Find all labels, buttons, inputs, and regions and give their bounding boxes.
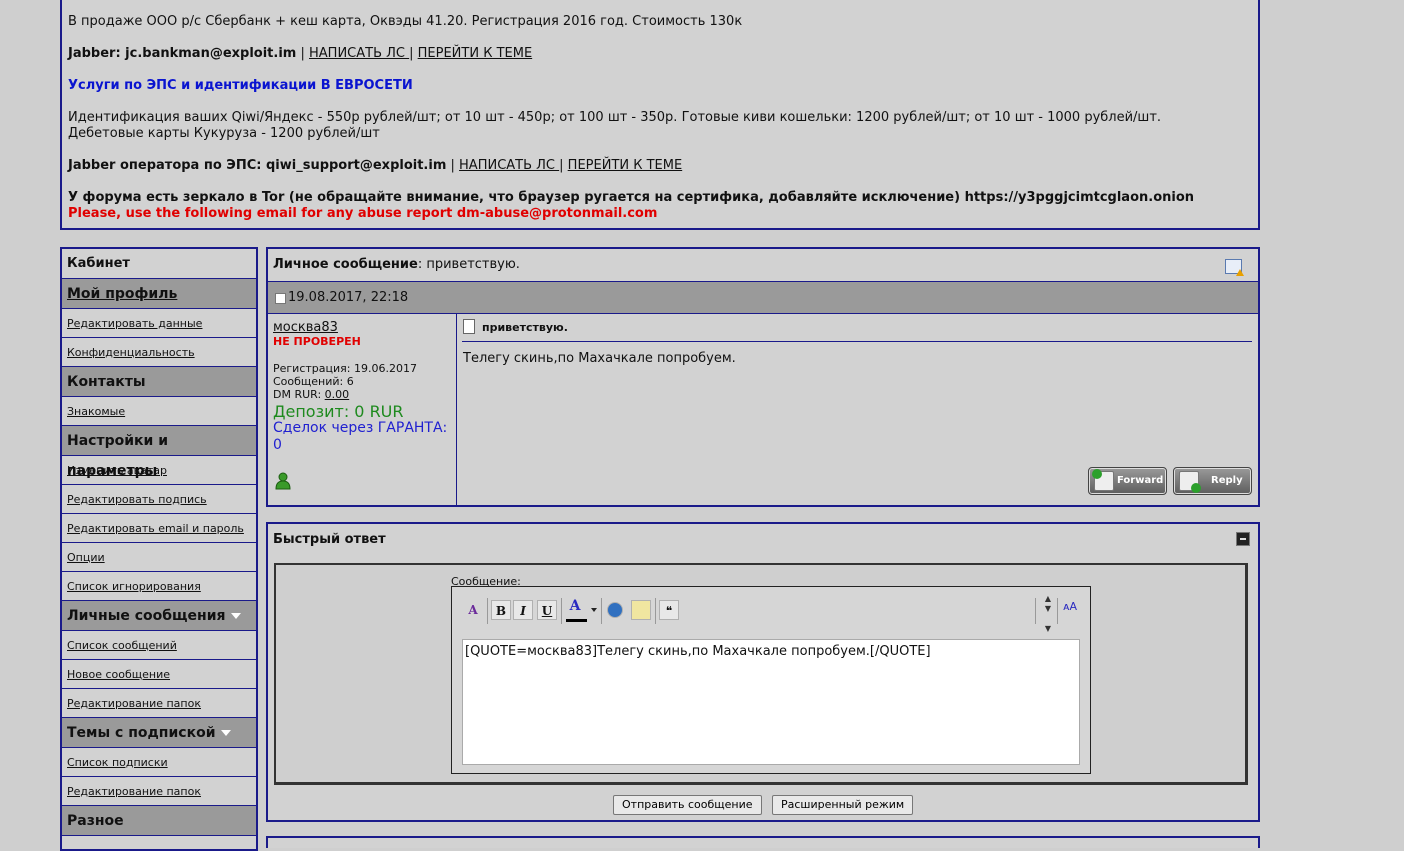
quick-reply-form: Сообщение: A B I U A ❝ ▲ ▼ ▼ ᴀA [QUOTE=м… <box>274 563 1248 785</box>
forward-button[interactable]: Forward <box>1088 467 1167 495</box>
sidebar-item-edit-folders-2[interactable]: Редактирование папок <box>62 777 256 806</box>
document-icon <box>463 319 475 334</box>
sidebar-contacts: Контакты <box>62 367 256 397</box>
quick-reply-panel: Быстрый ответ Сообщение: A B I U A ❝ ▲ ▼ ▼ <box>266 522 1260 822</box>
resize-arrows-icon[interactable]: ▲ ▼ ▼ <box>1043 594 1053 634</box>
author-name-link[interactable]: москва83 <box>273 320 338 335</box>
abuse-line: Please, use the following email for any … <box>68 206 658 221</box>
next-panel <box>266 836 1260 848</box>
write-pm-link-2[interactable]: НАПИСАТЬ ЛС <box>459 158 559 173</box>
author-info: москва83 НЕ ПРОВЕРЕН Регистрация: 19.06.… <box>268 314 457 505</box>
reply-icon <box>1179 471 1201 493</box>
sidebar-item-edit-folders[interactable]: Редактирование папок <box>62 689 256 718</box>
sidebar-item-change-avatar[interactable]: Изменить аватар <box>62 456 256 485</box>
message-textarea[interactable]: [QUOTE=москва83]Телегу скинь,по Махачкал… <box>462 639 1080 765</box>
author-registration: Регистрация: 19.06.2017 <box>273 362 417 375</box>
reply-button[interactable]: Reply <box>1173 467 1252 495</box>
sidebar-settings: Настройки и параметры <box>62 426 256 479</box>
author-post-count: Сообщений: 6 <box>273 375 354 388</box>
sidebar-item-subscription-list[interactable]: Список подписки <box>62 748 256 777</box>
chevron-down-icon[interactable] <box>230 613 241 619</box>
sidebar-cabinet: Кабинет <box>62 249 256 279</box>
toolbar-separator <box>1057 598 1058 624</box>
goto-topic-link-1[interactable]: ПЕРЕЙТИ К ТЕМЕ <box>418 46 533 61</box>
sidebar-item-edit-data[interactable]: Редактировать данные <box>62 309 256 338</box>
sidebar-my-profile[interactable]: Мой профиль <box>62 279 256 309</box>
post-body: Телегу скинь,по Махачкале попробуем. <box>463 351 736 366</box>
advanced-mode-button[interactable]: Расширенный режим <box>772 795 914 815</box>
toolbar-separator <box>561 598 562 624</box>
write-pm-link-1[interactable]: НАПИСАТЬ ЛС <box>309 46 409 61</box>
sale-line: В продаже ООО р/с Сбербанк + кеш карта, … <box>68 14 743 29</box>
author-dm-balance: DM RUR: 0.00 <box>273 388 350 401</box>
jabber-contact-1: Jabber: jc.bankman@exploit.im <box>68 46 297 61</box>
author-deposit: Депозит: 0 RUR <box>273 402 404 421</box>
dm-balance-link[interactable]: 0.00 <box>325 388 350 401</box>
private-message-panel: Личное сообщение: приветствую. 19.08.201… <box>266 247 1260 507</box>
sidebar-subscribed-topics[interactable]: Темы с подпиской <box>62 718 256 748</box>
sidebar-item-friends[interactable]: Знакомые <box>62 397 256 426</box>
eps-price-line: Идентификация ваших Qiwi/Яндекс - 550р р… <box>68 110 1162 125</box>
message-date: 19.08.2017, 22:18 <box>288 290 409 305</box>
send-message-button[interactable]: Отправить сообщение <box>613 795 762 815</box>
author-escrow-deals: Сделок через ГАРАНТА: 0 <box>273 420 448 453</box>
message-select-checkbox[interactable] <box>275 293 286 304</box>
editor-toolbar: A B I U A ❝ ▲ ▼ ▼ ᴀA <box>453 588 1089 634</box>
sidebar-item-privacy[interactable]: Конфиденциальность <box>62 338 256 367</box>
insert-image-icon[interactable] <box>631 600 651 620</box>
quick-reply-title: Быстрый ответ <box>273 532 386 547</box>
toolbar-separator <box>487 598 488 624</box>
sidebar-item-edit-email[interactable]: Редактировать email и пароль <box>62 514 256 543</box>
message-editor: A B I U A ❝ ▲ ▼ ▼ ᴀA [QUOTE=москва83]Телег… <box>451 586 1091 774</box>
user-online-icon[interactable] <box>275 472 291 490</box>
insert-quote-icon[interactable]: ❝ <box>659 600 679 620</box>
author-status-badge: НЕ ПРОВЕРЕН <box>273 335 361 348</box>
chevron-down-icon[interactable] <box>220 730 231 736</box>
toolbar-separator <box>601 598 602 624</box>
remove-format-icon[interactable]: A <box>463 600 483 620</box>
forward-icon <box>1092 469 1114 491</box>
underline-button[interactable]: U <box>537 600 557 620</box>
jabber-line-1: Jabber: jc.bankman@exploit.im | НАПИСАТЬ… <box>68 46 533 61</box>
collapse-icon[interactable] <box>1236 532 1250 546</box>
goto-topic-link-2[interactable]: ПЕРЕЙТИ К ТЕМЕ <box>568 158 683 173</box>
font-color-swatch <box>566 619 587 622</box>
message-date-bar: 19.08.2017, 22:18 <box>268 281 1258 314</box>
font-color-icon[interactable]: A <box>565 596 585 616</box>
sidebar-item-ignore-list[interactable]: Список игнорирования <box>62 572 256 601</box>
toolbar-separator <box>1035 598 1036 624</box>
jabber-line-2: Jabber оператора по ЭПС: qiwi_support@ex… <box>68 158 683 173</box>
sidebar-item-edit-signature[interactable]: Редактировать подпись <box>62 485 256 514</box>
bold-button[interactable]: B <box>491 600 511 620</box>
insert-link-icon[interactable] <box>607 602 623 618</box>
post-divider <box>462 341 1252 342</box>
eps-title: Услуги по ЭПС и идентификации В ЕВРОСЕТИ <box>68 78 413 93</box>
attachment-warning-icon[interactable] <box>1225 259 1244 276</box>
post-subject: приветствую. <box>482 321 568 334</box>
sidebar-item-message-list[interactable]: Список сообщений <box>62 631 256 660</box>
announcement-box: В продаже ООО р/с Сбербанк + кеш карта, … <box>60 0 1260 230</box>
sidebar: Кабинет Мой профиль Редактировать данные… <box>60 247 258 851</box>
sidebar-item-new-message[interactable]: Новое сообщение <box>62 660 256 689</box>
switch-mode-icon[interactable]: ᴀA <box>1063 600 1077 613</box>
toolbar-separator <box>655 598 656 624</box>
chevron-down-icon[interactable] <box>591 608 597 612</box>
eps-card-line: Дебетовые карты Кукуруза - 1200 рублей/ш… <box>68 126 380 141</box>
sidebar-item-options[interactable]: Опции <box>62 543 256 572</box>
message-title: Личное сообщение: приветствую. <box>273 257 520 272</box>
jabber-contact-2: Jabber оператора по ЭПС: qiwi_support@ex… <box>68 158 447 173</box>
italic-button[interactable]: I <box>513 600 533 620</box>
sidebar-misc: Разное <box>62 806 256 836</box>
tor-mirror-line: У форума есть зеркало в Tor (не обращайт… <box>68 190 1195 205</box>
sidebar-private-messages[interactable]: Личные сообщения <box>62 601 256 631</box>
